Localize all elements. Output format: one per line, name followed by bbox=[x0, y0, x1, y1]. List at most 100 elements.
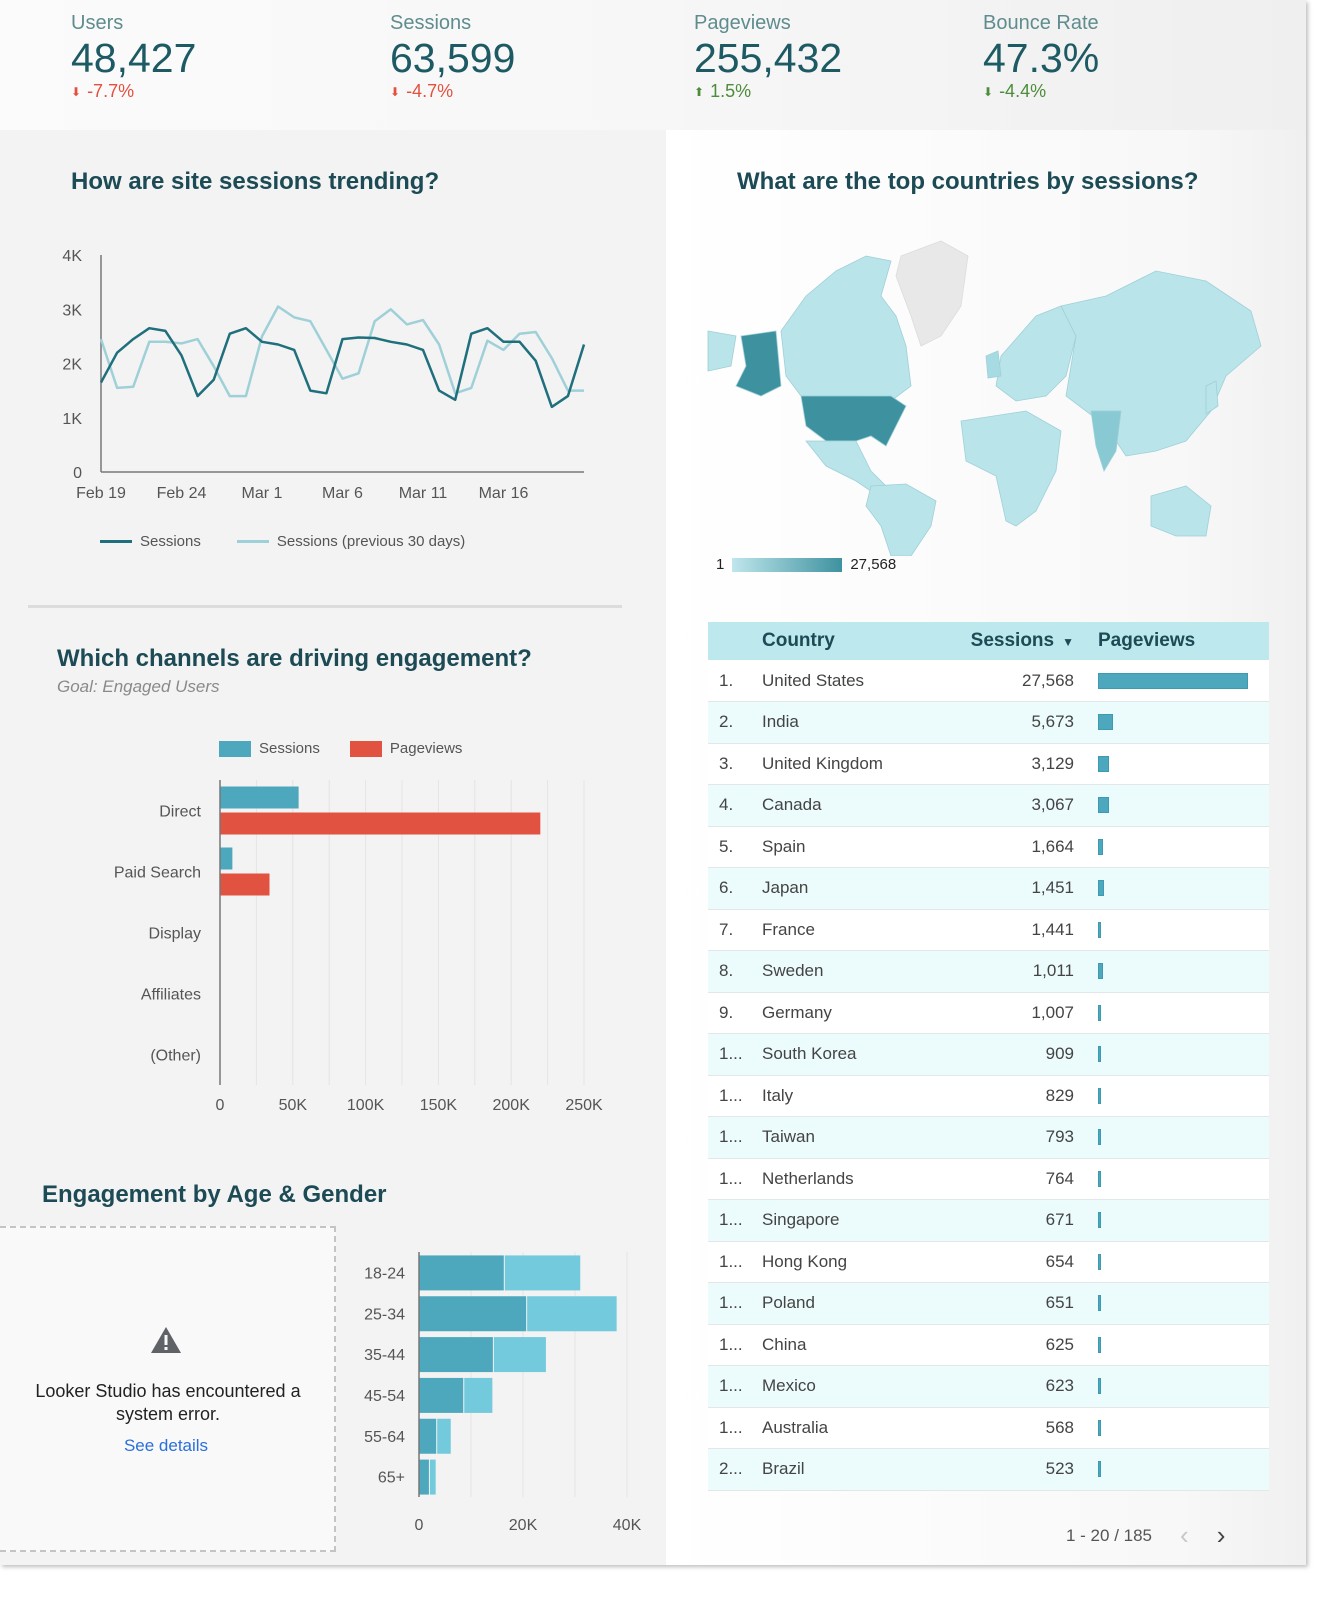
previous-sessions-line bbox=[99, 305, 584, 398]
header-sessions[interactable]: Sessions ▼ bbox=[962, 622, 1084, 660]
age-bar-segment-1 bbox=[419, 1296, 527, 1332]
row-sessions: 1,011 bbox=[962, 950, 1084, 993]
table-row[interactable]: 1... Hong Kong 654 bbox=[708, 1241, 1269, 1283]
category-label: Paid Search bbox=[114, 865, 201, 882]
kpi-label: Sessions bbox=[390, 12, 472, 34]
table-row[interactable]: 7. France 1,441 bbox=[708, 909, 1269, 951]
pageviews-bar bbox=[1098, 1419, 1101, 1436]
map-legend-gradient bbox=[732, 557, 843, 572]
kpi-sessions[interactable]: Sessions 63,599 ⬇ -4.7% bbox=[390, 12, 515, 102]
age-label: 18-24 bbox=[364, 1265, 405, 1282]
table-row[interactable]: 8. Sweden 1,011 bbox=[708, 950, 1269, 993]
sort-descending-icon[interactable]: ▼ bbox=[1062, 635, 1074, 649]
age-bar-segment-1 bbox=[419, 1337, 493, 1373]
category-label: Direct bbox=[159, 804, 201, 821]
age-bar-segment-2 bbox=[504, 1255, 581, 1291]
row-sessions: 1,007 bbox=[962, 992, 1084, 1034]
row-sessions: 5,673 bbox=[962, 701, 1084, 744]
row-rank: 1... bbox=[708, 1158, 762, 1200]
map-region-uk bbox=[985, 350, 1002, 379]
table-row[interactable]: 1... South Korea 909 bbox=[708, 1033, 1269, 1076]
row-country: Hong Kong bbox=[762, 1241, 962, 1283]
map-legend-max: 27,568 bbox=[850, 556, 897, 573]
y-tick-label: 1K bbox=[62, 411, 82, 428]
row-sessions: 1,664 bbox=[962, 826, 1084, 868]
x-tick-label: Mar 1 bbox=[242, 485, 283, 502]
table-row[interactable]: 4. Canada 3,067 bbox=[708, 784, 1269, 827]
age-bar-segment-2 bbox=[429, 1459, 436, 1495]
kpi-delta: ⬇ -4.7% bbox=[390, 81, 515, 102]
table-row[interactable]: 3. United Kingdom 3,129 bbox=[708, 743, 1269, 785]
table-row[interactable]: 5. Spain 1,664 bbox=[708, 826, 1269, 868]
row-sessions: 523 bbox=[962, 1448, 1084, 1491]
legend-label-sessions: Sessions bbox=[140, 533, 201, 550]
channels-title: Which channels are driving engagement? bbox=[57, 645, 532, 672]
row-sessions: 671 bbox=[962, 1199, 1084, 1242]
age-gender-title: Engagement by Age & Gender bbox=[42, 1181, 387, 1208]
countries-title: What are the top countries by sessions? bbox=[737, 168, 1199, 195]
table-row[interactable]: 1... Singapore 671 bbox=[708, 1199, 1269, 1242]
next-page-button[interactable]: › bbox=[1217, 1520, 1226, 1551]
kpi-delta: ⬇ -7.7% bbox=[71, 81, 196, 102]
table-row[interactable]: 9. Germany 1,007 bbox=[708, 992, 1269, 1034]
pageviews-bar bbox=[1098, 963, 1104, 980]
map-region-europe bbox=[995, 305, 1077, 402]
table-row[interactable]: 1... Italy 829 bbox=[708, 1075, 1269, 1117]
pageviews-bar bbox=[1098, 755, 1110, 772]
row-rank: 1... bbox=[708, 1199, 762, 1242]
age-gender-bar-chart[interactable]: 18-24 25-34 35-44 45-54 55-64 65+ 0 20K 40K bbox=[345, 1240, 655, 1540]
pageviews-bar bbox=[1098, 880, 1104, 897]
table-row[interactable]: 2. India 5,673 bbox=[708, 701, 1269, 744]
map-region-greenland bbox=[895, 240, 969, 347]
y-tick-label: 2K bbox=[62, 357, 82, 374]
channels-bar-chart[interactable]: Direct Paid Search Display Affiliates (Other… bbox=[40, 775, 640, 1125]
kpi-pageviews[interactable]: Pageviews 255,432 ⬆ 1.5% bbox=[694, 12, 842, 102]
row-sessions: 1,451 bbox=[962, 867, 1084, 910]
see-details-link[interactable]: See details bbox=[0, 1436, 332, 1456]
previous-page-button[interactable]: ‹ bbox=[1180, 1520, 1189, 1551]
pageviews-bar bbox=[1098, 1129, 1101, 1146]
x-tick-label: 20K bbox=[509, 1517, 538, 1534]
row-country: United States bbox=[762, 660, 962, 702]
world-map[interactable] bbox=[706, 236, 1266, 556]
row-pageviews bbox=[1084, 950, 1269, 993]
row-pageviews bbox=[1084, 660, 1269, 702]
table-row[interactable]: 2... Brazil 523 bbox=[708, 1448, 1269, 1491]
kpi-label: Users bbox=[71, 12, 124, 34]
map-region-japan bbox=[1205, 380, 1219, 415]
table-row[interactable]: 1... Poland 651 bbox=[708, 1282, 1269, 1325]
row-rank: 6. bbox=[708, 867, 762, 910]
table-row[interactable]: 1... Netherlands 764 bbox=[708, 1158, 1269, 1200]
row-country: Spain bbox=[762, 826, 962, 868]
kpi-delta-value: -7.7% bbox=[87, 81, 135, 101]
age-bar-segment-1 bbox=[419, 1377, 464, 1413]
map-region-south-america bbox=[865, 483, 937, 556]
row-country: Taiwan bbox=[762, 1116, 962, 1159]
table-row[interactable]: 1... Mexico 623 bbox=[708, 1365, 1269, 1408]
kpi-bounce-rate[interactable]: Bounce Rate 47.3% ⬇ -4.4% bbox=[983, 12, 1099, 102]
table-row[interactable]: 1. United States 27,568 bbox=[708, 660, 1269, 702]
row-country: Poland bbox=[762, 1282, 962, 1325]
table-row[interactable]: 1... China 625 bbox=[708, 1324, 1269, 1366]
table-row[interactable]: 1... Taiwan 793 bbox=[708, 1116, 1269, 1159]
map-color-legend: 1 27,568 bbox=[716, 556, 896, 573]
sessions-trend-chart[interactable]: 0 1K 2K 3K 4K Feb 19 Feb 24 Mar 1 Mar 6 Mar 11 Mar… bbox=[40, 235, 620, 510]
row-rank: 1... bbox=[708, 1282, 762, 1325]
table-pagination: 1 - 20 / 185 ‹ › bbox=[1066, 1520, 1225, 1551]
row-pageviews bbox=[1084, 1324, 1269, 1366]
pageviews-bar bbox=[1098, 921, 1101, 938]
row-rank: 9. bbox=[708, 992, 762, 1034]
row-country: France bbox=[762, 909, 962, 951]
age-label: 45-54 bbox=[364, 1388, 405, 1405]
row-rank: 1... bbox=[708, 1365, 762, 1408]
map-region-alaska bbox=[735, 330, 782, 397]
table-row[interactable]: 6. Japan 1,451 bbox=[708, 867, 1269, 910]
table-row[interactable]: 1... Australia 568 bbox=[708, 1407, 1269, 1449]
x-tick-label: Mar 6 bbox=[322, 485, 363, 502]
row-pageviews bbox=[1084, 1199, 1269, 1242]
kpi-users[interactable]: Users 48,427 ⬇ -7.7% bbox=[71, 12, 196, 102]
row-pageviews bbox=[1084, 1448, 1269, 1491]
header-country[interactable]: Country bbox=[762, 622, 962, 660]
error-message: Looker Studio has encountered a system e… bbox=[35, 1381, 301, 1424]
header-pageviews[interactable]: Pageviews bbox=[1084, 622, 1269, 660]
